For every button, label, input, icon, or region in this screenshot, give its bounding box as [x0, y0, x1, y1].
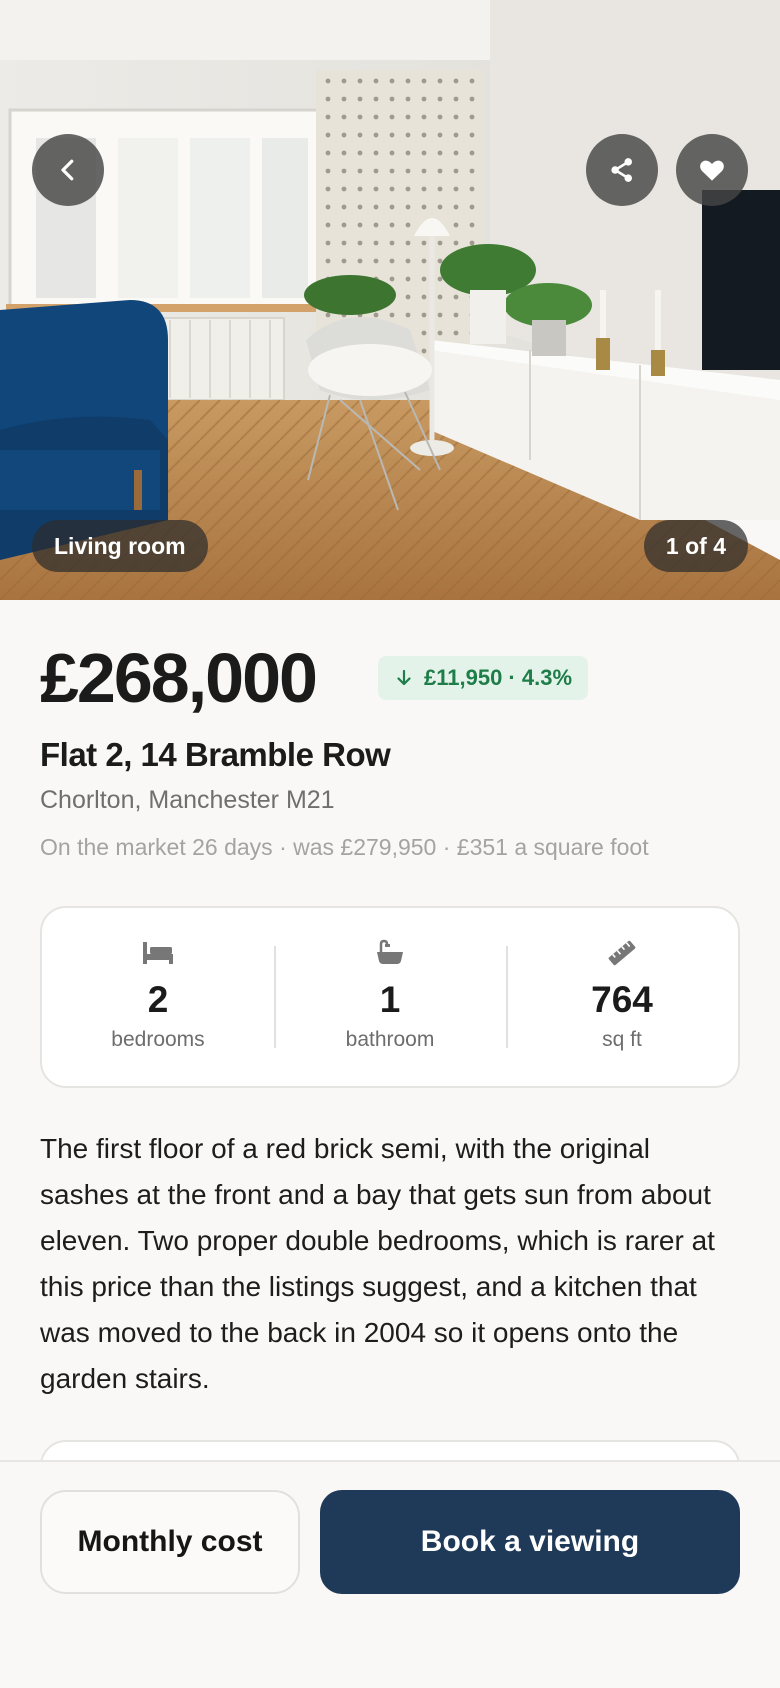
heart-icon — [700, 160, 724, 181]
bottom-action-bar: Monthly cost Book a viewing — [0, 1460, 780, 1688]
favourite-button[interactable] — [676, 134, 748, 206]
room-label: Living room — [32, 520, 208, 572]
bathtub-icon — [377, 939, 403, 964]
book-viewing-button[interactable]: Book a viewing — [320, 1490, 740, 1594]
market-meta: On the market 26 days · was £279,950 · £… — [40, 834, 649, 860]
property-stats-card: 2 bedrooms 1 bathroom 764 sq ft — [40, 906, 740, 1088]
stat-label: bathroom — [345, 1028, 435, 1051]
stat-label: bedrooms — [111, 1028, 205, 1051]
monthly-cost-button[interactable]: Monthly cost — [40, 1490, 300, 1594]
stat-label: sq ft — [602, 1028, 642, 1051]
listing-location: Chorlton, Manchester M21 — [40, 786, 335, 814]
stat-value: 1 — [379, 979, 401, 1020]
stat-bathrooms: 1 bathroom — [274, 908, 506, 1086]
stat-area: 764 sq ft — [506, 908, 738, 1086]
price-drop-badge: £11,950 · 4.3% — [378, 656, 589, 700]
listing-title: Flat 2, 14 Bramble Row — [40, 736, 391, 773]
photo-counter: 1 of 4 — [643, 520, 748, 572]
listing-price: £268,000 — [40, 639, 318, 717]
price-drop-text: £11,950 · 4.3% — [424, 665, 573, 690]
back-button[interactable] — [32, 134, 104, 206]
chevron-left-icon — [61, 159, 74, 181]
ruler-icon — [608, 940, 636, 966]
share-button[interactable] — [586, 134, 658, 206]
stat-value: 2 — [147, 979, 169, 1020]
arrow-down-icon — [397, 669, 411, 686]
bed-icon — [143, 942, 173, 964]
stat-value: 764 — [591, 979, 653, 1020]
living-room-photo — [0, 0, 780, 600]
listing-description: The first floor of a red brick semi, wit… — [40, 1133, 715, 1394]
listing-photo[interactable]: Living room 1 of 4 — [0, 0, 780, 600]
share-icon — [611, 158, 632, 182]
stat-bedrooms: 2 bedrooms — [42, 908, 274, 1086]
